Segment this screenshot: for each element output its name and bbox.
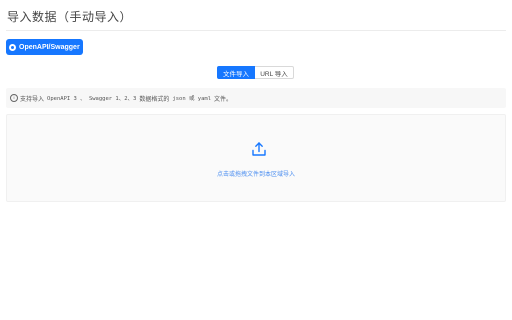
notice-prefix: 支持导入 — [20, 95, 45, 103]
info-icon: i — [10, 94, 18, 102]
swagger-icon — [9, 43, 16, 51]
import-mode-tabs: 文件导入 URL 导入 — [217, 66, 294, 79]
format-notice: i 支持导入 OpenAPI 3 、 Swagger 1、2、3 数据格式的 j… — [6, 88, 506, 108]
title-divider — [6, 30, 506, 31]
openapi-swagger-button[interactable]: OpenAPI/Swagger — [6, 39, 83, 55]
file-dropzone[interactable]: 点击或拖拽文件到本区域导入 — [6, 114, 506, 202]
tab-url-import[interactable]: URL 导入 — [255, 66, 294, 79]
notice-formats: json 或 yaml — [172, 96, 212, 102]
notice-middle: 数据格式的 — [139, 95, 170, 103]
notice-spec: OpenAPI 3 、 Swagger 1、2、3 — [47, 96, 137, 102]
tab-file-import[interactable]: 文件导入 — [217, 66, 255, 79]
upload-icon — [252, 142, 266, 156]
dropzone-text: 点击或拖拽文件到本区域导入 — [216, 171, 295, 178]
source-button-label: OpenAPI/Swagger — [19, 43, 80, 51]
page-title: 导入数据（手动导入） — [7, 10, 133, 24]
notice-suffix: 文件。 — [214, 95, 233, 103]
